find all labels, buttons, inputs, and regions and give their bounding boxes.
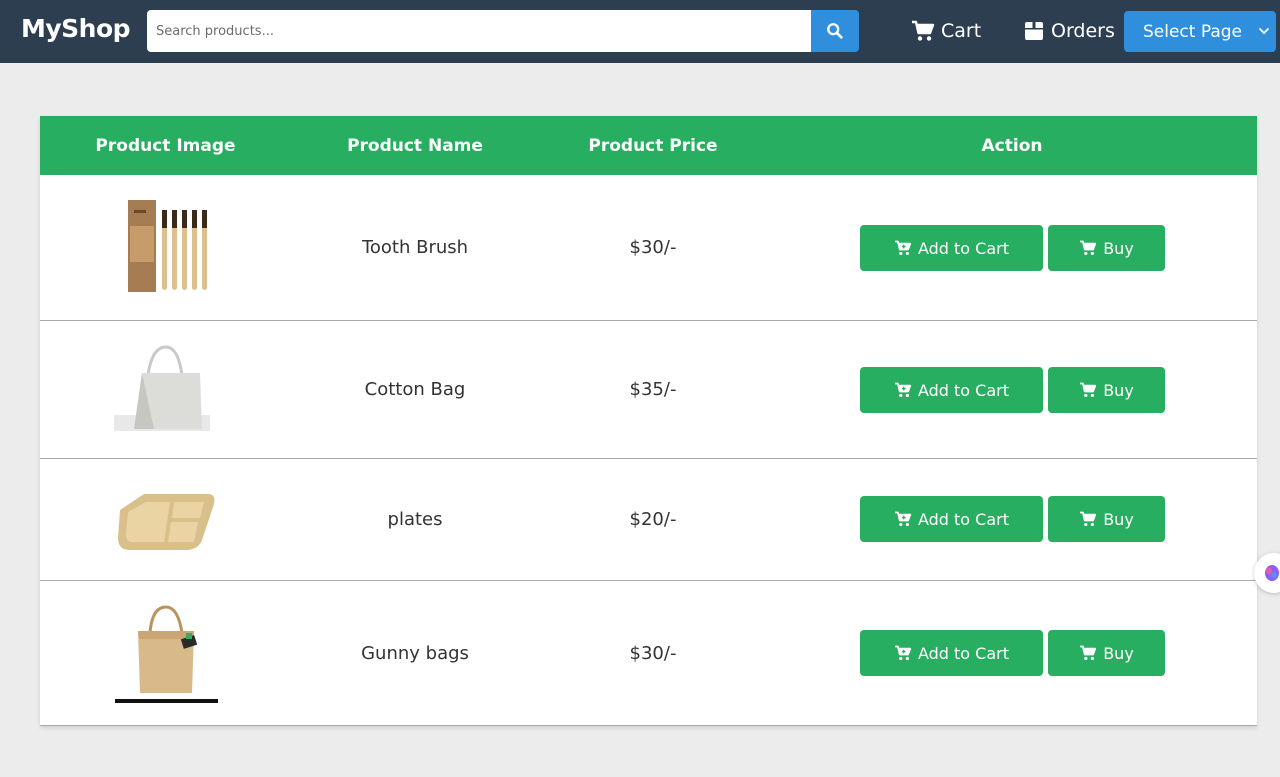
cart-icon xyxy=(1080,240,1097,256)
table-header: Product Image Product Name Product Price… xyxy=(40,116,1257,175)
table-row: Tooth Brush $30/- Add to Cart Buy xyxy=(40,175,1257,321)
brain-icon xyxy=(1265,565,1279,581)
table-row: plates $20/- Add to Cart Buy xyxy=(40,459,1257,581)
add-to-cart-label: Add to Cart xyxy=(917,380,1010,400)
buy-button[interactable]: Buy xyxy=(1048,496,1165,542)
search-icon xyxy=(827,23,843,39)
product-image-cell xyxy=(40,175,291,320)
toothbrush-image xyxy=(114,198,218,298)
plates-image xyxy=(114,470,218,570)
search-button[interactable] xyxy=(811,10,859,52)
brand-logo[interactable]: MyShop xyxy=(21,14,131,43)
cart-icon xyxy=(1080,382,1097,398)
product-price: $35/- xyxy=(629,379,677,400)
product-image-cell xyxy=(40,581,291,725)
add-to-cart-button[interactable]: Add to Cart xyxy=(860,496,1043,542)
top-navbar: MyShop Cart Orders Select Page xyxy=(0,0,1280,63)
buy-button[interactable]: Buy xyxy=(1048,225,1165,271)
buy-label: Buy xyxy=(1103,643,1134,663)
product-image-cell xyxy=(40,459,291,580)
product-name: Gunny bags xyxy=(361,642,469,664)
header-product-image: Product Image xyxy=(95,135,236,156)
add-to-cart-label: Add to Cart xyxy=(917,509,1010,529)
header-action: Action xyxy=(981,135,1043,156)
product-name: Cotton Bag xyxy=(364,379,466,400)
chevron-down-icon xyxy=(1259,28,1269,35)
table-row: Cotton Bag $35/- Add to Cart Buy xyxy=(40,321,1257,459)
cart-label: Cart xyxy=(941,20,982,42)
buy-button[interactable]: Buy xyxy=(1048,630,1165,676)
box-icon xyxy=(1025,22,1043,40)
add-to-cart-button[interactable]: Add to Cart xyxy=(860,630,1043,676)
header-product-price: Product Price xyxy=(588,135,718,156)
select-page-dropdown[interactable]: Select Page xyxy=(1124,11,1276,52)
orders-label: Orders xyxy=(1051,20,1115,42)
cart-plus-icon xyxy=(894,645,912,661)
buy-button[interactable]: Buy xyxy=(1048,367,1165,413)
header-product-name: Product Name xyxy=(347,135,483,156)
add-to-cart-button[interactable]: Add to Cart xyxy=(860,225,1043,271)
add-to-cart-label: Add to Cart xyxy=(917,643,1010,663)
nav-orders-link[interactable]: Orders xyxy=(1023,17,1115,45)
product-price: $30/- xyxy=(629,237,677,258)
products-table: Product Image Product Name Product Price… xyxy=(40,116,1257,726)
cart-icon xyxy=(912,20,935,41)
floating-assistant-button[interactable] xyxy=(1254,553,1280,593)
nav-cart-link[interactable]: Cart xyxy=(911,17,981,45)
table-row: Gunny bags $30/- Add to Cart Buy xyxy=(40,581,1257,726)
product-name: Tooth Brush xyxy=(361,237,469,258)
product-name: plates xyxy=(387,509,443,530)
cotton-bag-image xyxy=(113,340,218,440)
add-to-cart-label: Add to Cart xyxy=(917,238,1010,258)
cart-plus-icon xyxy=(894,240,912,256)
product-image-cell xyxy=(40,321,291,458)
buy-label: Buy xyxy=(1103,380,1134,400)
product-price: $20/- xyxy=(629,509,677,530)
select-page-label: Select Page xyxy=(1143,21,1243,42)
buy-label: Buy xyxy=(1103,238,1134,258)
product-price: $30/- xyxy=(629,642,677,664)
search-input[interactable] xyxy=(147,10,811,52)
buy-label: Buy xyxy=(1103,509,1134,529)
gunny-bag-image xyxy=(114,603,218,703)
cart-plus-icon xyxy=(894,511,912,527)
cart-icon xyxy=(1080,645,1097,661)
cart-plus-icon xyxy=(894,382,912,398)
cart-icon xyxy=(1080,511,1097,527)
add-to-cart-button[interactable]: Add to Cart xyxy=(860,367,1043,413)
